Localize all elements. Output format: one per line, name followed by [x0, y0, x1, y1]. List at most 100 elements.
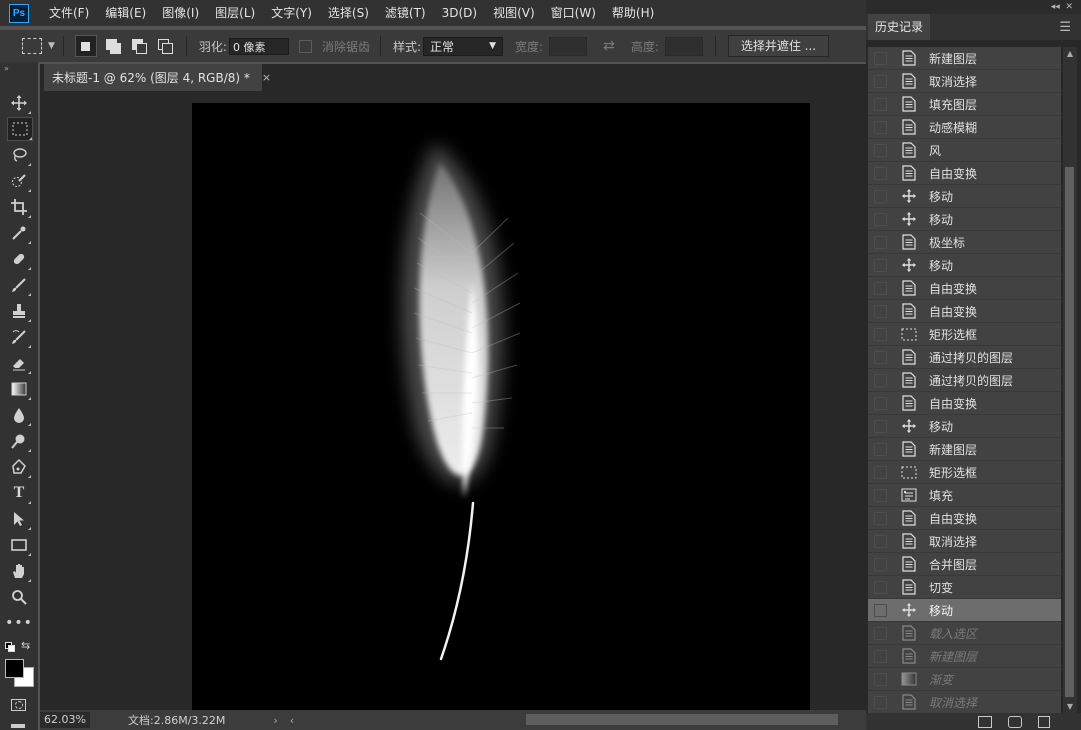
clone-stamp-tool-icon[interactable]: [7, 300, 31, 322]
scroll-down-icon[interactable]: ▼: [1063, 702, 1077, 711]
zoom-level[interactable]: 62.03%: [40, 712, 90, 728]
eraser-tool-icon[interactable]: [7, 352, 31, 374]
document-size[interactable]: 文档:2.86M/3.22M: [128, 712, 225, 728]
subtract-selection-button[interactable]: [129, 36, 149, 56]
hand-tool-icon[interactable]: [7, 560, 31, 582]
trash-icon[interactable]: [1038, 716, 1050, 728]
history-state-row[interactable]: 合并图层: [868, 553, 1061, 576]
history-state-row[interactable]: 自由变换: [868, 277, 1061, 300]
height-input[interactable]: [664, 36, 703, 56]
history-state-row[interactable]: 填充图层: [868, 93, 1061, 116]
style-select[interactable]: 正常 ▼: [423, 36, 504, 56]
new-document-from-state-icon[interactable]: [978, 716, 992, 728]
history-state-row[interactable]: 风: [868, 139, 1061, 162]
lasso-tool-icon[interactable]: [7, 144, 31, 166]
swap-icon[interactable]: ⇄: [603, 38, 615, 54]
history-brush-source-checkbox[interactable]: [874, 649, 887, 663]
history-brush-source-checkbox[interactable]: [874, 396, 887, 410]
history-brush-source-checkbox[interactable]: [874, 51, 887, 65]
history-brush-source-checkbox[interactable]: [874, 557, 887, 571]
screen-mode-icon[interactable]: [11, 724, 25, 728]
rect-marquee-preset-icon[interactable]: [22, 38, 42, 54]
history-state-row[interactable]: 移动: [868, 254, 1061, 277]
history-state-row[interactable]: 移动: [868, 599, 1061, 622]
feather-input[interactable]: 0 像素: [228, 37, 289, 55]
collapse-icon[interactable]: »: [4, 64, 9, 73]
canvas-area[interactable]: [40, 91, 866, 710]
path-selection-tool-icon[interactable]: [7, 508, 31, 530]
scroll-left-arrow-icon[interactable]: ‹: [290, 714, 294, 727]
history-brush-source-checkbox[interactable]: [874, 258, 887, 272]
intersect-selection-button[interactable]: [155, 36, 175, 56]
scrollbar-thumb[interactable]: [1065, 167, 1074, 697]
history-state-row[interactable]: 矩形选框: [868, 323, 1061, 346]
history-state-row[interactable]: 切变: [868, 576, 1061, 599]
history-brush-source-checkbox[interactable]: [874, 74, 887, 88]
scroll-up-icon[interactable]: ▲: [1063, 49, 1077, 58]
add-selection-button[interactable]: [103, 36, 123, 56]
panel-collapse-bar[interactable]: ◂◂ ✕: [866, 0, 1081, 14]
history-brush-source-checkbox[interactable]: [874, 419, 887, 433]
history-brush-source-checkbox[interactable]: [874, 695, 887, 709]
menu-item[interactable]: 编辑(E): [97, 0, 154, 26]
dodge-tool-icon[interactable]: [7, 430, 31, 452]
menu-item[interactable]: 选择(S): [320, 0, 377, 26]
chevron-down-icon[interactable]: ▼: [48, 41, 55, 51]
history-state-row[interactable]: 新建图层: [868, 47, 1061, 70]
history-brush-tool-icon[interactable]: [7, 326, 31, 348]
pen-tool-icon[interactable]: [7, 456, 31, 478]
eyedropper-tool-icon[interactable]: [7, 222, 31, 244]
tab-history[interactable]: 历史记录: [868, 14, 930, 40]
history-brush-source-checkbox[interactable]: [874, 327, 887, 341]
zoom-tool-icon[interactable]: [7, 586, 31, 608]
history-brush-source-checkbox[interactable]: [874, 166, 887, 180]
panel-menu-icon[interactable]: ☰: [1059, 20, 1071, 35]
history-state-row[interactable]: 取消选择: [868, 70, 1061, 93]
history-brush-source-checkbox[interactable]: [874, 235, 887, 249]
history-state-row[interactable]: 取消选择: [868, 530, 1061, 553]
menu-item[interactable]: 图像(I): [154, 0, 207, 26]
history-brush-source-checkbox[interactable]: [874, 580, 887, 594]
document-tab[interactable]: 未标题-1 @ 62% (图层 4, RGB/8) * ×: [44, 64, 271, 91]
history-brush-source-checkbox[interactable]: [874, 603, 887, 617]
rect-marquee-tool-icon[interactable]: [7, 117, 33, 141]
history-state-row[interactable]: 新建图层: [868, 645, 1061, 668]
new-selection-button[interactable]: [74, 35, 97, 57]
default-colors-icon[interactable]: [5, 642, 15, 652]
history-state-row[interactable]: 新建图层: [868, 438, 1061, 461]
type-tool-icon[interactable]: T: [7, 482, 31, 504]
menu-item[interactable]: 3D(D): [434, 0, 485, 26]
history-brush-source-checkbox[interactable]: [874, 143, 887, 157]
menu-item[interactable]: 文字(Y): [263, 0, 320, 26]
history-brush-source-checkbox[interactable]: [874, 97, 887, 111]
menu-item[interactable]: 帮助(H): [604, 0, 662, 26]
camera-snapshot-icon[interactable]: [1008, 716, 1022, 728]
history-brush-source-checkbox[interactable]: [874, 534, 887, 548]
status-menu-arrow-icon[interactable]: ›: [273, 714, 277, 727]
history-brush-source-checkbox[interactable]: [874, 373, 887, 387]
rectangle-tool-icon[interactable]: [7, 534, 31, 556]
history-brush-source-checkbox[interactable]: [874, 189, 887, 203]
foreground-color-swatch[interactable]: [5, 659, 24, 678]
crop-tool-icon[interactable]: [7, 196, 31, 218]
history-brush-source-checkbox[interactable]: [874, 212, 887, 226]
history-brush-source-checkbox[interactable]: [874, 465, 887, 479]
history-state-row[interactable]: 填充: [868, 484, 1061, 507]
move-tool-icon[interactable]: [7, 92, 31, 114]
history-brush-source-checkbox[interactable]: [874, 350, 887, 364]
history-state-row[interactable]: 极坐标: [868, 231, 1061, 254]
history-state-row[interactable]: 移动: [868, 185, 1061, 208]
history-state-row[interactable]: 自由变换: [868, 392, 1061, 415]
history-state-row[interactable]: 自由变换: [868, 162, 1061, 185]
antialias-checkbox[interactable]: [298, 39, 312, 53]
history-brush-source-checkbox[interactable]: [874, 626, 887, 640]
history-state-row[interactable]: 自由变换: [868, 300, 1061, 323]
history-brush-source-checkbox[interactable]: [874, 672, 887, 686]
history-brush-source-checkbox[interactable]: [874, 281, 887, 295]
quick-mask-icon[interactable]: [11, 699, 26, 711]
history-brush-source-checkbox[interactable]: [874, 120, 887, 134]
history-state-row[interactable]: 载入选区: [868, 622, 1061, 645]
swap-colors-icon[interactable]: ⇆: [21, 639, 30, 652]
blur-tool-icon[interactable]: [7, 404, 31, 426]
history-state-row[interactable]: 通过拷贝的图层: [868, 369, 1061, 392]
